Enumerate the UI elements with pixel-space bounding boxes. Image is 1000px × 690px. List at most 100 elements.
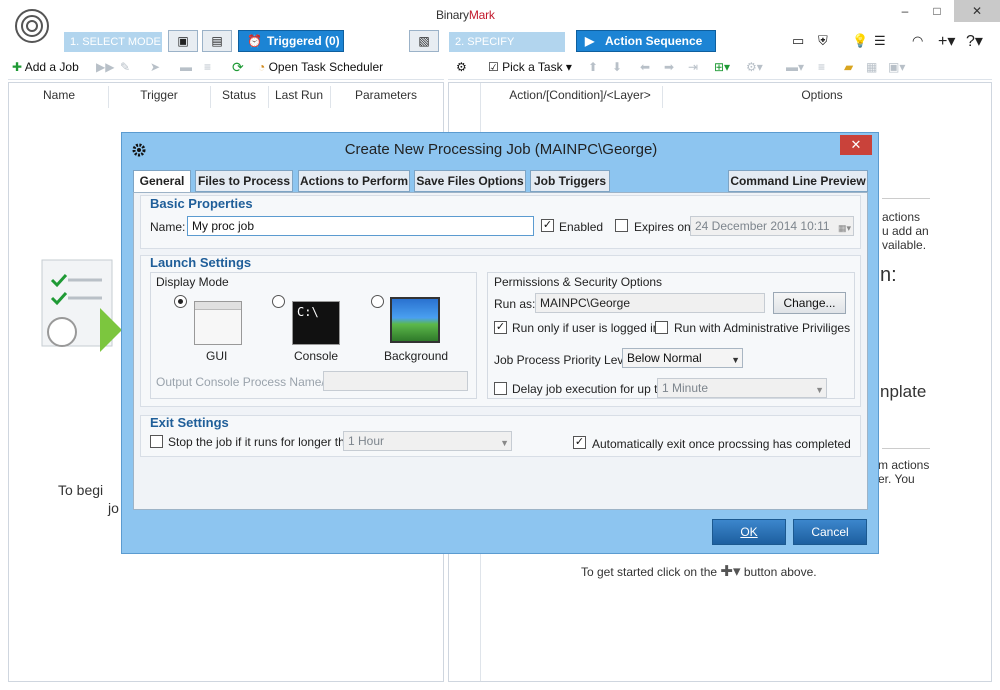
move-up-icon[interactable]: ⬆ bbox=[588, 58, 598, 76]
run-as-input[interactable]: MAINPC\George bbox=[535, 293, 765, 313]
checklist-icon[interactable]: ☰ bbox=[874, 33, 886, 49]
add-action-icon[interactable]: ⊞▾ bbox=[714, 58, 730, 76]
tab-files-to-process[interactable]: Files to Process bbox=[195, 170, 293, 192]
col-status[interactable]: Status bbox=[212, 88, 266, 106]
delay-select[interactable]: 1 Minute ▼ bbox=[657, 378, 827, 398]
run-job-icon[interactable]: ▶▶ bbox=[96, 58, 114, 76]
delay-checkbox[interactable] bbox=[494, 382, 507, 395]
output-console-input[interactable] bbox=[323, 371, 468, 391]
open-folder-icon[interactable]: ▰ bbox=[844, 58, 853, 76]
pick-task-button[interactable]: ☑ Pick a Task ▾ bbox=[488, 58, 572, 76]
settings-gear-icon[interactable]: ⚙ bbox=[456, 58, 467, 76]
move-left-icon[interactable]: ⬅ bbox=[640, 58, 650, 76]
jobs-empty-text-1: To begi bbox=[58, 482, 104, 498]
action-options-icon[interactable]: ⚙▾ bbox=[746, 58, 763, 76]
add-job-button[interactable]: ✚ Add a Job bbox=[12, 58, 79, 76]
move-right-icon[interactable]: ➡ bbox=[664, 58, 674, 76]
console-icon[interactable]: ▭ bbox=[792, 33, 804, 49]
add-job-icon: ✚ bbox=[12, 60, 23, 74]
run-admin-checkbox[interactable] bbox=[655, 321, 668, 334]
mode-gui-radio[interactable] bbox=[174, 295, 187, 308]
move-down-icon[interactable]: ⬇ bbox=[612, 58, 622, 76]
enabled-checkbox[interactable]: ✓ bbox=[541, 219, 554, 232]
mode-background-label: Background bbox=[384, 349, 449, 363]
console-icon-text: C:\ bbox=[297, 305, 319, 319]
open-task-scheduler-button[interactable]: ◔ Open Task Scheduler bbox=[258, 58, 383, 76]
tab-action-sequence[interactable]: ▶ Action Sequence (0) bbox=[576, 30, 716, 68]
add-job-label: Add a Job bbox=[24, 60, 79, 74]
run-only-logged-label: Run only if user is logged in bbox=[512, 321, 660, 335]
col-name[interactable]: Name bbox=[14, 88, 104, 106]
expires-label: Expires on: bbox=[634, 220, 695, 234]
maximize-button[interactable]: □ bbox=[922, 0, 952, 22]
minimize-button[interactable]: – bbox=[890, 0, 920, 22]
stop-job-label: Stop the job if it runs for longer than: bbox=[168, 435, 362, 449]
mode-console-radio[interactable] bbox=[272, 295, 285, 308]
expires-date-input[interactable]: 24 December 2014 10:11 ▦▾ bbox=[690, 216, 854, 236]
priority-select[interactable]: Below Normal ▼ bbox=[622, 348, 743, 368]
display-mode-label: Display Mode bbox=[156, 275, 229, 289]
change-user-button[interactable]: Change... bbox=[773, 292, 846, 314]
forward-icon[interactable]: ➤ bbox=[150, 58, 160, 76]
close-window-button[interactable]: ✕ bbox=[954, 0, 1000, 22]
tab-general[interactable]: General bbox=[133, 170, 191, 194]
mode-background-radio[interactable] bbox=[371, 295, 384, 308]
col-last-run[interactable]: Last Run bbox=[270, 88, 328, 106]
step2-label: 2. SPECIFY ACTIONS bbox=[449, 32, 565, 68]
divider bbox=[882, 198, 930, 199]
tab-job-triggers[interactable]: Job Triggers bbox=[530, 170, 610, 192]
lightbulb-icon[interactable]: 💡 bbox=[852, 33, 868, 49]
name-input[interactable]: My proc job bbox=[187, 216, 534, 236]
run-only-logged-checkbox[interactable]: ✓ bbox=[494, 321, 507, 334]
col-action[interactable]: Action/[Condition]/<Layer> bbox=[500, 88, 660, 106]
save-all-icon[interactable]: ▦ bbox=[866, 58, 877, 76]
auto-exit-label: Automatically exit once procssing has co… bbox=[592, 437, 851, 451]
app-title-bar bbox=[0, 0, 1000, 30]
col-sep bbox=[210, 86, 211, 108]
tab-actions-to-perform[interactable]: Actions to Perform bbox=[298, 170, 410, 192]
col-sep bbox=[268, 86, 269, 108]
cancel-button[interactable]: Cancel bbox=[793, 519, 867, 545]
tab-save-files-options[interactable]: Save Files Options bbox=[414, 170, 526, 192]
shield-icon[interactable]: ⛨ bbox=[818, 33, 828, 49]
command-line-preview-button[interactable]: Command Line Preview bbox=[728, 170, 868, 192]
stop-job-checkbox[interactable] bbox=[150, 435, 163, 448]
action-sequence-icon: ▶ bbox=[585, 34, 595, 48]
get-started-hint: To get started click on the ✚▾ button ab… bbox=[581, 562, 817, 580]
edit-job-icon[interactable]: ✎ bbox=[120, 58, 130, 76]
mode-watch-tab[interactable]: ▤ bbox=[202, 30, 232, 52]
ok-button[interactable]: OK bbox=[712, 519, 786, 545]
calendar-dropdown-icon: ▦▾ bbox=[837, 223, 851, 233]
plus-menu-icon[interactable]: +▾ bbox=[938, 31, 955, 51]
dialog-close-button[interactable]: ✕ bbox=[840, 135, 872, 155]
create-job-dialog: Create New Processing Job (MAINPC\George… bbox=[121, 132, 879, 554]
refresh-icon[interactable]: ⟳ bbox=[232, 58, 244, 76]
right-frag-3: vailable. bbox=[882, 238, 927, 252]
image-icon: ▧ bbox=[418, 34, 430, 48]
right-frag-6: m actions bbox=[878, 458, 930, 472]
image-view-tab[interactable]: ▧ bbox=[409, 30, 439, 52]
col-parameters[interactable]: Parameters bbox=[332, 88, 440, 106]
skip-icon[interactable]: ⇥ bbox=[688, 58, 698, 76]
col-options[interactable]: Options bbox=[664, 88, 980, 106]
col-sep bbox=[108, 86, 109, 108]
auto-exit-checkbox[interactable]: ✓ bbox=[573, 436, 586, 449]
dialog-body: Basic Properties Name: My proc job ✓ Ena… bbox=[133, 192, 868, 510]
app-gear-logo-icon[interactable] bbox=[12, 6, 52, 46]
wifi-icon[interactable]: ◠ bbox=[912, 33, 923, 49]
run-admin-label: Run with Administrative Priviliges bbox=[674, 321, 851, 335]
remove-icon[interactable]: ▬ bbox=[180, 58, 192, 76]
stop-job-duration-select[interactable]: 1 Hour ▼ bbox=[343, 431, 512, 451]
save-icon[interactable]: ▣▾ bbox=[888, 58, 905, 76]
exit-settings-title: Exit Settings bbox=[150, 415, 229, 430]
mode-manual-tab[interactable]: ▣ bbox=[168, 30, 198, 52]
col-trigger[interactable]: Trigger bbox=[110, 88, 208, 106]
remove-action-icon[interactable]: ▬▾ bbox=[786, 58, 804, 76]
list-view-icon[interactable]: ≡ bbox=[818, 58, 825, 76]
expires-checkbox[interactable] bbox=[615, 219, 628, 232]
help-menu-icon[interactable]: ?▾ bbox=[966, 31, 983, 51]
right-frag-4: n: bbox=[880, 264, 897, 286]
tab-triggered[interactable]: ⏰ Triggered (0) bbox=[238, 30, 344, 52]
list-icon[interactable]: ≡ bbox=[204, 58, 211, 76]
col-sep bbox=[330, 86, 331, 108]
